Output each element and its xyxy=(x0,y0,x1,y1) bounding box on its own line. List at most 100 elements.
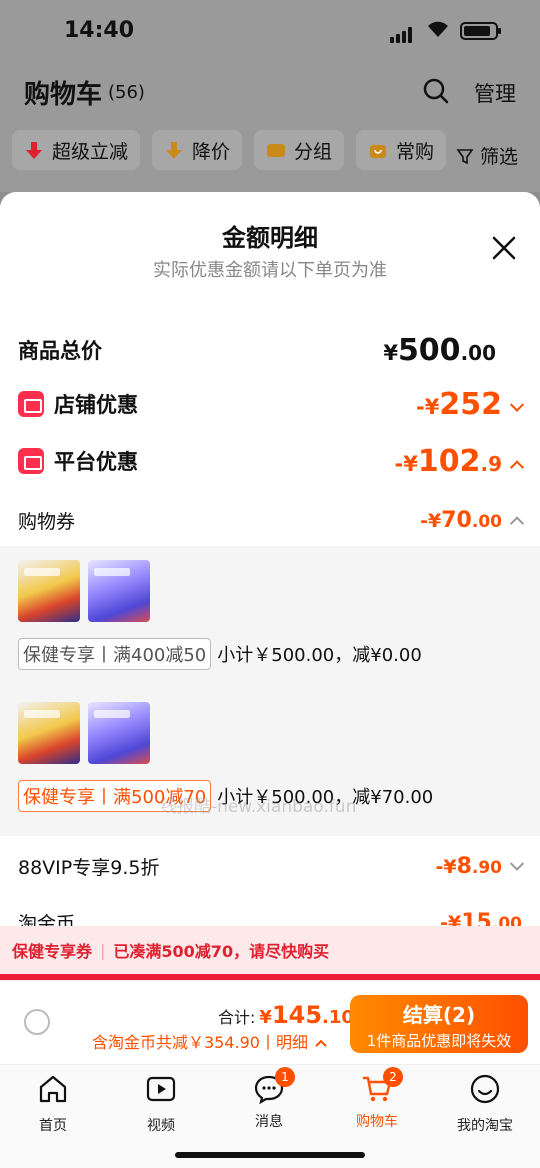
tab-home[interactable]: 首页 xyxy=(8,1073,98,1135)
chevron-up-icon xyxy=(509,515,525,530)
banner-divider: | xyxy=(100,940,106,960)
amount-dec: .90 xyxy=(471,857,502,878)
coupon-tag: 保健专享丨满400减50 xyxy=(18,638,212,670)
signal-icon xyxy=(390,24,414,43)
cart-count: (56) xyxy=(108,82,145,103)
store-discount-row[interactable]: 店铺优惠 -¥ 252 xyxy=(18,384,525,424)
product-image[interactable] xyxy=(88,560,150,622)
page-title: 购物车 xyxy=(24,80,103,110)
status-time: 14:40 xyxy=(64,18,135,43)
tab-cart[interactable]: 2 购物车 xyxy=(332,1067,422,1131)
amount-prefix: -¥ xyxy=(394,451,418,476)
total-currency: ¥ xyxy=(259,1007,272,1028)
down-arrow-icon xyxy=(26,142,42,159)
banner-label: 保健专享券 xyxy=(12,942,93,961)
tab-my-taobao[interactable]: 我的淘宝 xyxy=(440,1073,530,1135)
chip-label: 常购 xyxy=(396,140,435,163)
amount-int: 8 xyxy=(456,853,472,879)
smile-icon xyxy=(470,1074,500,1104)
store-icon xyxy=(18,391,44,417)
amount-dec: .9 xyxy=(480,451,502,476)
amount-prefix: -¥ xyxy=(416,394,440,419)
checkout-bar: 合计: ¥ 145 .10 含淘金币共减￥354.90丨明细 结算(2) 1件商… xyxy=(0,980,540,1064)
coupon-label: 购物券 xyxy=(18,510,76,533)
store-discount-amount: -¥ 252 xyxy=(416,386,525,422)
product-thumbnails xyxy=(18,702,150,764)
product-thumbnails xyxy=(18,560,150,622)
product-image[interactable] xyxy=(18,702,80,764)
coupon-group-line: 保健专享丨满400减50 小计￥500.00，减¥0.00 xyxy=(18,638,422,670)
tab-label: 首页 xyxy=(39,1118,67,1134)
chevron-down-icon xyxy=(509,856,525,871)
store-discount-label: 店铺优惠 xyxy=(54,393,138,417)
amount-int: 70 xyxy=(441,507,472,533)
tab-label: 我的淘宝 xyxy=(457,1118,513,1134)
battery-icon xyxy=(460,22,501,40)
store-discount-label-wrap: 店铺优惠 xyxy=(18,389,138,419)
amount-int: 252 xyxy=(439,386,502,422)
message-badge: 1 xyxy=(275,1067,295,1087)
manage-button[interactable]: 管理 xyxy=(474,78,516,108)
goods-total-label: 商品总价 xyxy=(18,339,102,363)
ticket-icon xyxy=(18,448,44,474)
banner-message: 已凑满500减70，请尽快购买 xyxy=(113,942,330,961)
filter-chips: 超级立减 降价 分组 常购 xyxy=(12,130,447,170)
goods-total-amount: ¥ 500 .00 xyxy=(383,333,496,368)
product-image[interactable] xyxy=(18,560,80,622)
platform-discount-label-wrap: 平台优惠 xyxy=(18,446,138,476)
cart-icon-wrap: 2 xyxy=(361,1067,403,1105)
chip-group[interactable]: 分组 xyxy=(254,130,345,170)
price-drop-icon xyxy=(166,142,183,159)
chip-frequent[interactable]: 常购 xyxy=(356,130,447,170)
coupon-banner[interactable]: 保健专享券 | 已凑满500减70，请尽快购买 xyxy=(0,926,540,974)
platform-discount-amount: -¥ 102 .9 xyxy=(394,444,525,479)
bag-icon xyxy=(370,145,387,158)
vip-discount-label: 88VIP专享9.5折 xyxy=(18,856,160,879)
cart-badge: 2 xyxy=(383,1067,403,1087)
amount-prefix: -¥ xyxy=(420,509,442,532)
amount-detail-sheet: 金额明细 实际优惠金额请以下单页为准 商品总价 ¥ 500 .00 店铺优惠 -… xyxy=(0,192,540,980)
chip-price-drop[interactable]: 降价 xyxy=(152,130,243,170)
chip-super-discount[interactable]: 超级立减 xyxy=(12,130,141,170)
search-icon[interactable] xyxy=(423,78,449,104)
product-image[interactable] xyxy=(88,702,150,764)
coupon-amount: -¥ 70 .00 xyxy=(420,507,525,533)
close-icon[interactable] xyxy=(488,232,520,264)
tab-label: 消息 xyxy=(255,1114,283,1130)
coupon-row[interactable]: 购物券 -¥ 70 .00 xyxy=(18,502,525,538)
total-int: 145 xyxy=(271,1001,323,1029)
vip-discount-row[interactable]: 88VIP专享9.5折 -¥ 8 .90 xyxy=(18,848,525,884)
chip-label: 超级立减 xyxy=(52,140,129,163)
video-icon xyxy=(146,1076,176,1102)
currency: ¥ xyxy=(383,340,398,365)
checkout-label: 结算(2) xyxy=(402,1003,476,1027)
sheet-title: 金额明细 xyxy=(222,224,318,252)
chevron-down-icon xyxy=(509,397,525,412)
saving-detail-link[interactable]: 含淘金币共减￥354.90丨明细 xyxy=(92,1029,327,1053)
amount-int: 500 xyxy=(397,332,461,368)
platform-discount-row[interactable]: 平台优惠 -¥ 102 .9 xyxy=(18,441,525,481)
home-icon xyxy=(39,1075,67,1103)
amount-dec: .00 xyxy=(471,511,502,532)
chevron-up-icon xyxy=(509,459,525,474)
chip-label: 降价 xyxy=(192,140,231,163)
home-indicator xyxy=(175,1152,365,1158)
goods-total-row: 商品总价 ¥ 500 .00 xyxy=(18,330,522,370)
filter-label: 筛选 xyxy=(480,146,519,168)
select-all-radio[interactable] xyxy=(24,1009,50,1035)
chevron-up-icon xyxy=(315,1039,327,1052)
chip-label: 分组 xyxy=(294,140,333,163)
checkout-button[interactable]: 结算(2) 1件商品优惠即将失效 xyxy=(350,995,528,1053)
saving-text: 含淘金币共减￥354.90丨明细 xyxy=(92,1033,308,1052)
amount-prefix: -¥ xyxy=(435,855,457,878)
total-amount: 合计: ¥ 145 .10 xyxy=(218,1001,354,1029)
filter-button[interactable]: 筛选 xyxy=(456,142,518,169)
cart-header: 购物车 (56) 管理 超级立减 降价 分组 常购 筛选 xyxy=(0,62,540,192)
tab-messages[interactable]: 1 消息 xyxy=(224,1067,314,1131)
tab-video[interactable]: 视频 xyxy=(116,1073,206,1135)
funnel-icon xyxy=(456,148,474,164)
platform-discount-label: 平台优惠 xyxy=(54,450,138,474)
total-label: 合计: xyxy=(218,1008,256,1027)
sheet-subtitle: 实际优惠金额请以下单页为准 xyxy=(153,260,387,281)
folder-icon xyxy=(267,144,286,157)
